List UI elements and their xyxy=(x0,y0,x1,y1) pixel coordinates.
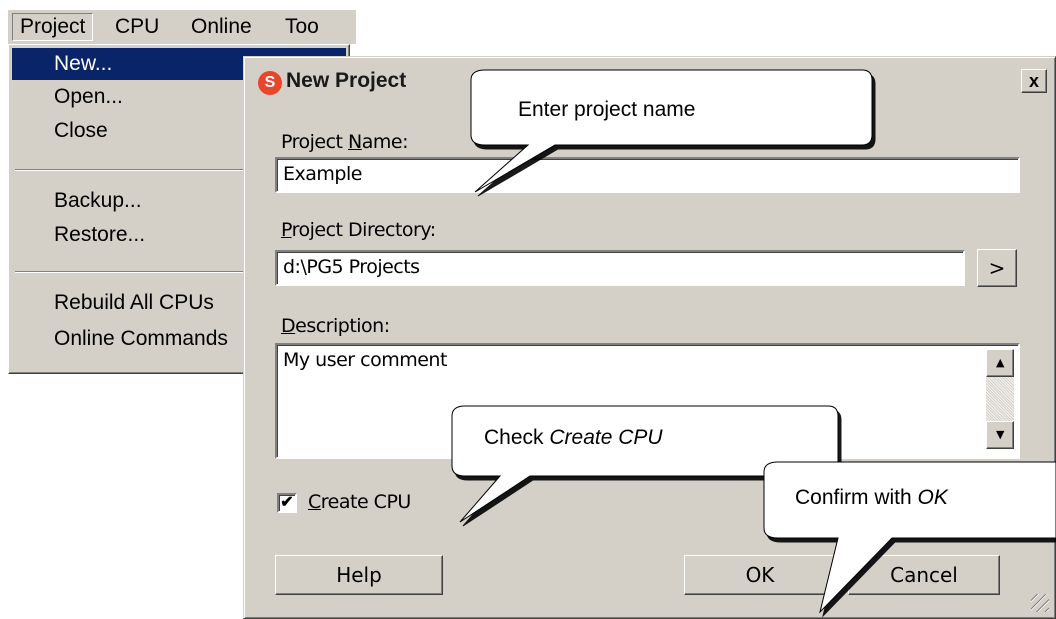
menu-online[interactable]: Online xyxy=(184,14,259,40)
project-name-label: Project Name: xyxy=(281,131,409,153)
callout-confirm-ok-text: Confirm with OK xyxy=(795,486,948,509)
dialog-titlebar[interactable]: S New Project x xyxy=(248,61,1051,101)
browse-button[interactable]: > xyxy=(977,249,1017,287)
menu-tools[interactable]: Too xyxy=(278,14,326,40)
create-cpu-label[interactable]: Create CPU xyxy=(308,491,411,513)
help-button[interactable]: Help xyxy=(275,555,443,595)
pg5-logo-icon: S xyxy=(258,71,282,95)
scroll-down-icon[interactable]: ▼ xyxy=(986,421,1014,449)
menu-project[interactable]: Project xyxy=(12,13,94,41)
resize-grip-icon[interactable] xyxy=(1031,594,1049,612)
menu-bar: Project CPU Online Too xyxy=(8,10,356,44)
ok-button[interactable]: OK xyxy=(684,555,836,595)
project-name-input[interactable]: Example xyxy=(275,157,1020,193)
project-directory-input[interactable]: d:\PG5 Projects xyxy=(275,250,965,286)
dialog-title: New Project xyxy=(286,69,407,92)
callout-enter-name-text: Enter project name xyxy=(518,98,696,121)
close-icon[interactable]: x xyxy=(1021,69,1047,93)
callout-check-cpu-text: Check Create CPU xyxy=(484,426,663,449)
scrollbar-track[interactable] xyxy=(986,377,1014,421)
menu-cpu[interactable]: CPU xyxy=(108,14,166,40)
description-text: My user comment xyxy=(283,349,447,371)
new-project-dialog: S New Project x Project Name: Example Pr… xyxy=(243,56,1056,619)
description-label: Description: xyxy=(281,315,390,337)
scroll-up-icon[interactable]: ▲ xyxy=(986,349,1014,377)
cancel-button[interactable]: Cancel xyxy=(848,555,1000,595)
create-cpu-checkbox[interactable]: ✔ xyxy=(277,493,297,513)
project-directory-label: Project Directory: xyxy=(281,219,436,241)
